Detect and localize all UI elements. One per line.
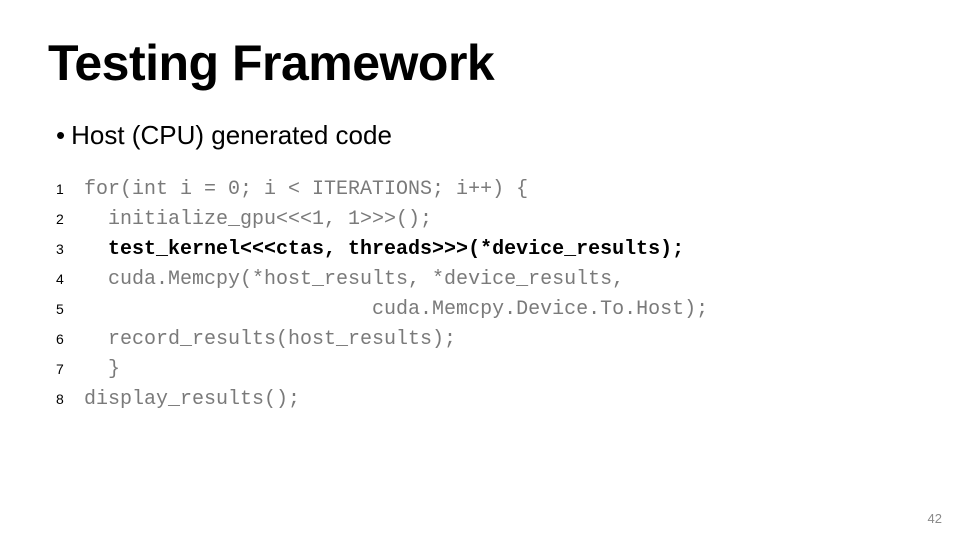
code-line-highlight: 3 test_kernel<<<ctas, threads>>>(*device…: [56, 235, 912, 265]
code-block: 1 for(int i = 0; i < ITERATIONS; i++) { …: [56, 175, 912, 415]
code-line: 1 for(int i = 0; i < ITERATIONS; i++) {: [56, 175, 912, 205]
line-number: 3: [56, 239, 84, 260]
line-number: 8: [56, 389, 84, 410]
code-line: 6 record_results(host_results);: [56, 325, 912, 355]
line-number: 2: [56, 209, 84, 230]
code-text: record_results(host_results);: [84, 325, 456, 355]
bullet-dot-icon: •: [56, 120, 65, 151]
code-text: display_results();: [84, 385, 300, 415]
code-text: for(int i = 0; i < ITERATIONS; i++) {: [84, 175, 528, 205]
line-number: 1: [56, 179, 84, 200]
slide: Testing Framework • Host (CPU) generated…: [0, 0, 960, 540]
bullet-item: • Host (CPU) generated code: [56, 120, 912, 151]
code-line: 4 cuda.Memcpy(*host_results, *device_res…: [56, 265, 912, 295]
code-text: cuda.Memcpy.Device.To.Host);: [84, 295, 708, 325]
line-number: 7: [56, 359, 84, 380]
code-line: 8 display_results();: [56, 385, 912, 415]
code-text: initialize_gpu<<<1, 1>>>();: [84, 205, 432, 235]
code-line: 2 initialize_gpu<<<1, 1>>>();: [56, 205, 912, 235]
line-number: 4: [56, 269, 84, 290]
bullet-text: Host (CPU) generated code: [71, 120, 392, 151]
page-number: 42: [928, 511, 942, 526]
code-text: cuda.Memcpy(*host_results, *device_resul…: [84, 265, 624, 295]
line-number: 5: [56, 299, 84, 320]
line-number: 6: [56, 329, 84, 350]
code-text: test_kernel<<<ctas, threads>>>(*device_r…: [84, 235, 684, 265]
code-line: 5 cuda.Memcpy.Device.To.Host);: [56, 295, 912, 325]
slide-title: Testing Framework: [48, 34, 912, 92]
code-line: 7 }: [56, 355, 912, 385]
code-text: }: [84, 355, 120, 385]
